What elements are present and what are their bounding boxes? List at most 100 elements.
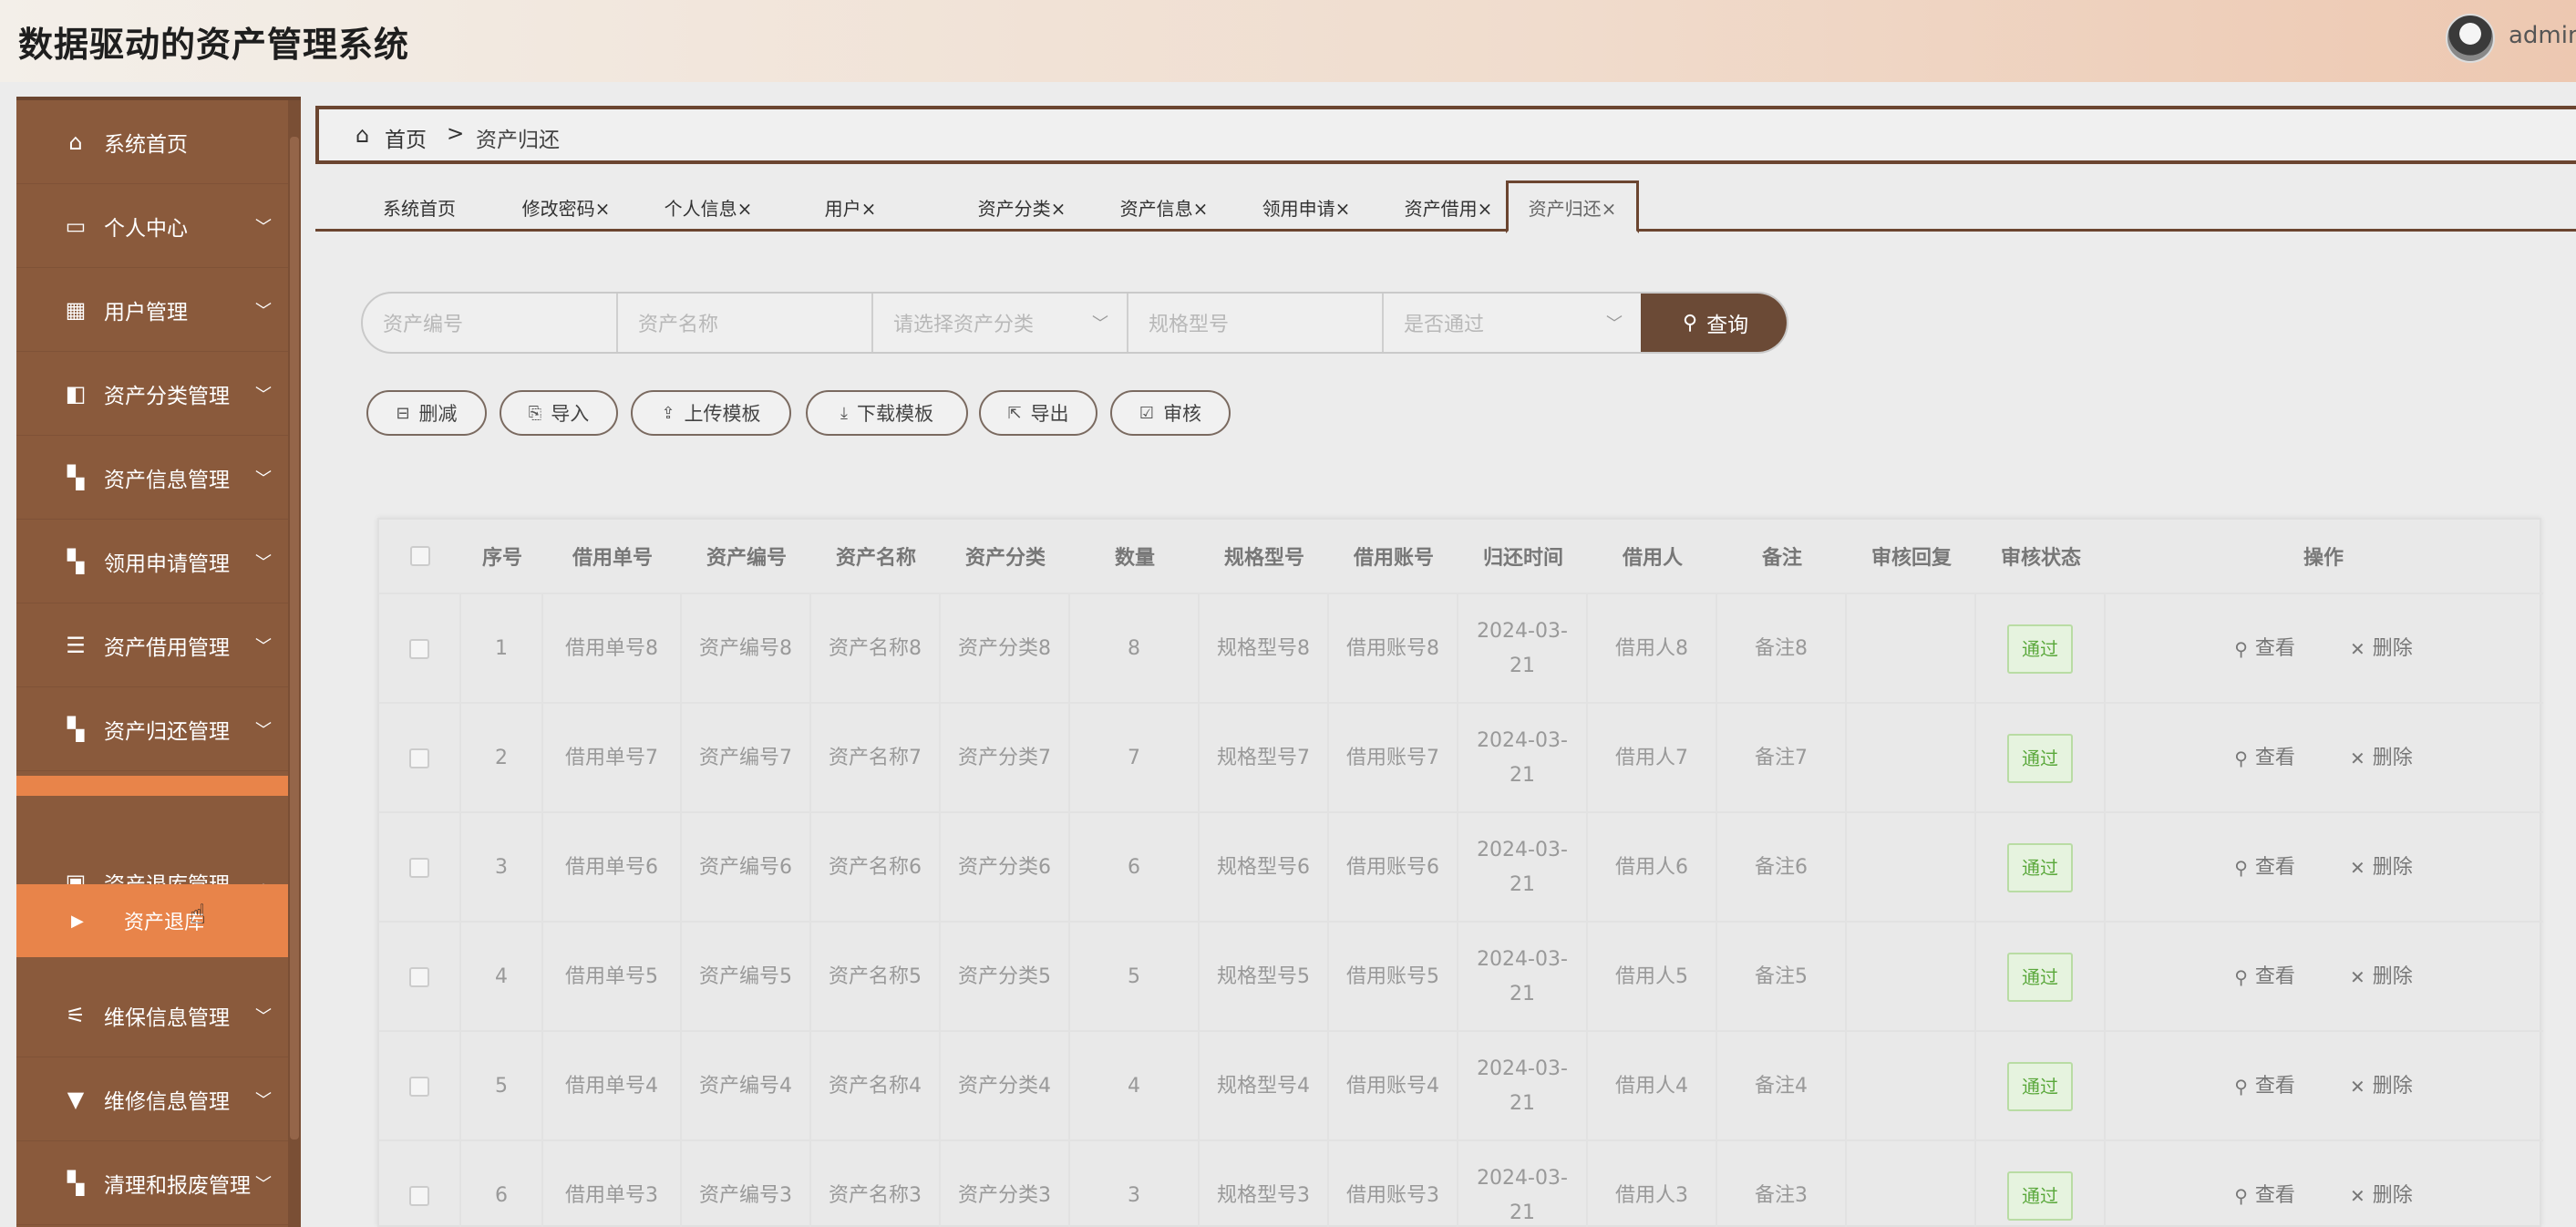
breadcrumb-home[interactable]: 首页 [385, 122, 427, 153]
status-badge: 通过 [2007, 624, 2073, 674]
cell-asset-name: 资产名称5 [811, 923, 941, 1032]
cell-spec: 规格型号3 [1200, 1141, 1329, 1227]
row-checkbox[interactable] [409, 748, 429, 768]
table-row: 5 借用单号4 资产编号4 资产名称4 资产分类4 4 规格型号4 借用账号4 2024-03-… [379, 1030, 2543, 1141]
import-button[interactable]: ⎘ 导入 [500, 390, 618, 436]
row-checkbox[interactable] [409, 858, 429, 878]
sidebar-scrollbar[interactable] [288, 100, 301, 1227]
sidebar-item-0[interactable]: ⌂ 系统首页 [16, 100, 288, 184]
view-button[interactable]: ⚲ 查看 [2234, 1179, 2295, 1213]
tab-5[interactable]: 资产信息× [1096, 182, 1232, 232]
close-icon: ✕ [2349, 1185, 2365, 1207]
view-button[interactable]: ⚲ 查看 [2234, 741, 2295, 776]
username[interactable]: admin [2509, 22, 2576, 49]
tab-2[interactable]: 个人信息× [640, 182, 777, 232]
sidebar-item-11[interactable]: ▚ 清理和报废管理 ﹀ [16, 1141, 288, 1225]
asset-no-input[interactable]: 资产编号 [363, 294, 618, 352]
tab-0[interactable]: 系统首页 [355, 182, 483, 232]
delete-button[interactable]: ✕ 删除 [2350, 851, 2413, 885]
row-checkbox[interactable] [409, 967, 429, 987]
view-label: 查看 [2254, 965, 2295, 988]
chevron-down-icon: ﹀ [1092, 314, 1108, 334]
cell-borrower: 借用人4 [1588, 1032, 1717, 1141]
search-button[interactable]: ⚲ 查询 [1641, 294, 1787, 352]
table-row: 6 借用单号3 资产编号3 资产名称3 资产分类3 3 规格型号3 借用账号3 2024-03-… [379, 1139, 2543, 1227]
select-all-checkbox[interactable] [410, 546, 430, 566]
home-icon[interactable]: ⌂ [355, 122, 369, 148]
close-icon: ✕ [2349, 1076, 2365, 1098]
export-button[interactable]: ⇱ 导出 [979, 390, 1097, 436]
top-header: 数据驱动的资产管理系统 admin [0, 0, 2576, 82]
cell-return-time: 2024-03- 21 [1458, 813, 1588, 923]
tab-1[interactable]: 修改密码× [498, 182, 634, 232]
cell-borrower: 借用人5 [1588, 923, 1717, 1032]
cell-asset-no: 资产编号8 [682, 594, 811, 704]
close-icon: ✕ [2349, 748, 2365, 769]
cell-account: 借用账号5 [1329, 923, 1458, 1032]
cell-no: 3 [461, 813, 543, 923]
sidebar-item-4[interactable]: ▚ 资产信息管理 ﹀ [16, 436, 288, 520]
view-button[interactable]: ⚲ 查看 [2234, 851, 2295, 885]
download-template-button[interactable]: ⤓ 下载模板 [806, 390, 968, 436]
blocks-icon: ▚ [67, 1170, 85, 1196]
sidebar-scrollbar-thumb[interactable] [290, 137, 299, 1139]
approved-select[interactable]: 是否通过 ﹀ [1384, 294, 1641, 352]
delete-button[interactable]: ✕ 删除 [2350, 1179, 2413, 1213]
avatar[interactable] [2446, 14, 2495, 63]
sidebar-item-10[interactable]: ▼ 维修信息管理 ﹀ [16, 1057, 288, 1141]
delete-button[interactable]: ✕ 删除 [2350, 632, 2413, 666]
cell-category: 资产分类4 [941, 1032, 1070, 1141]
column-header: 资产编号 [706, 547, 787, 570]
delete-button[interactable]: ✕ 删除 [2350, 960, 2413, 995]
row-checkbox[interactable] [409, 1186, 429, 1206]
column-header: 操作 [2303, 547, 2344, 570]
sidebar-item-7[interactable]: ▚ 资产归还管理 ﹀ [16, 687, 288, 771]
tab-8[interactable]: 资产归还× [1506, 180, 1639, 233]
search-icon: ⚲ [2234, 966, 2248, 988]
upload-template-icon: ⇪ [661, 403, 675, 423]
asset-name-input[interactable]: 资产名称 [618, 294, 873, 352]
view-button[interactable]: ⚲ 查看 [2234, 1069, 2295, 1104]
row-select-cell [379, 813, 461, 923]
cell-reply [1847, 813, 1976, 923]
spec-input[interactable]: 规格型号 [1128, 294, 1384, 352]
sidebar-item-1[interactable]: ▭ 个人中心 ﹀ [16, 184, 288, 268]
tab-4[interactable]: 资产分类× [953, 182, 1090, 232]
cell-no: 2 [461, 704, 543, 813]
sidebar-item-3[interactable]: ◧ 资产分类管理 ﹀ [16, 352, 288, 436]
search-icon: ⚲ [2234, 748, 2248, 769]
cell-no: 4 [461, 923, 543, 1032]
cell-operations: ⚲ 查看 ✕ 删除 [2106, 1141, 2541, 1227]
approved-placeholder: 是否通过 [1404, 314, 1485, 336]
tab-7[interactable]: 资产借用× [1380, 182, 1517, 232]
cell-status: 通过 [1976, 1032, 2106, 1141]
sidebar-item-2[interactable]: ▦ 用户管理 ﹀ [16, 268, 288, 352]
cell-loan-no: 借用单号5 [543, 923, 682, 1032]
hand-cursor-icon: ☝ [190, 899, 207, 931]
grid-icon: ▦ [65, 296, 87, 323]
asset-category-select[interactable]: 请选择资产分类 ﹀ [873, 294, 1128, 352]
row-checkbox[interactable] [409, 1077, 429, 1097]
chevron-down-icon: ﹀ [255, 636, 272, 656]
cell-reply [1847, 1141, 1976, 1227]
close-icon: ✕ [2349, 857, 2365, 879]
upload-template-button[interactable]: ⇪ 上传模板 [631, 390, 791, 436]
column-header: 借用单号 [572, 547, 653, 570]
breadcrumb: ⌂ 首页 > 资产归还 [315, 106, 2576, 164]
sidebar-item-label: 资产信息管理 [104, 468, 230, 492]
sidebar-item-6[interactable]: ☰ 资产借用管理 ﹀ [16, 603, 288, 687]
cell-remark: 备注5 [1717, 923, 1847, 1032]
tab-6[interactable]: 领用申请× [1238, 182, 1375, 232]
app-title: 数据驱动的资产管理系统 [18, 25, 410, 65]
delete-button[interactable]: ✕ 删除 [2350, 741, 2413, 776]
view-button[interactable]: ⚲ 查看 [2234, 960, 2295, 995]
view-button[interactable]: ⚲ 查看 [2234, 632, 2295, 666]
delete-button[interactable]: ✕ 删除 [2350, 1069, 2413, 1104]
audit-button[interactable]: ☑ 审核 [1110, 390, 1231, 436]
delete-batch-button[interactable]: ⊟ 删减 [366, 390, 487, 436]
tab-3[interactable]: 用户× [782, 182, 919, 232]
sidebar-item-9[interactable]: ⚟ 维保信息管理 ﹀ [16, 974, 288, 1057]
sidebar-subitem-asset-return-stock[interactable]: ▶ 资产退库 ☝ [16, 884, 301, 957]
row-checkbox[interactable] [409, 639, 429, 659]
sidebar-item-5[interactable]: ▚ 领用申请管理 ﹀ [16, 520, 288, 603]
